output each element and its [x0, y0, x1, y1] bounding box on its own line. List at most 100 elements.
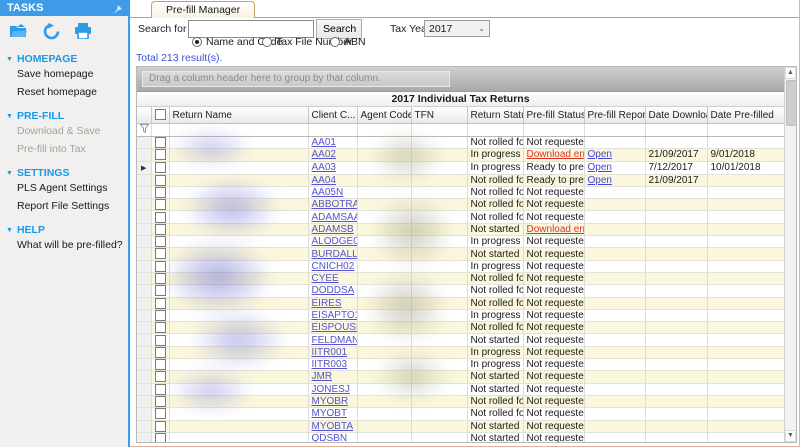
client-code-link[interactable]: AA05N — [312, 187, 344, 198]
client-code-link[interactable]: BURDALLR — [312, 249, 358, 260]
print-icon[interactable] — [72, 22, 94, 40]
download-error-link[interactable]: Download error — [527, 149, 585, 160]
row-checkbox[interactable] — [155, 149, 166, 160]
sidebar-item-report-file-settings[interactable]: Report File Settings — [0, 197, 128, 215]
open-report-link[interactable]: Open — [588, 162, 612, 173]
select-all-checkbox[interactable] — [155, 109, 166, 120]
row-checkbox[interactable] — [155, 224, 166, 235]
row-checkbox[interactable] — [155, 162, 166, 173]
filter-cell[interactable] — [584, 124, 645, 137]
collapse-triangle-icon[interactable]: ▼ — [6, 170, 13, 177]
row-checkbox[interactable] — [155, 212, 166, 223]
client-code-link[interactable]: CYEE — [312, 273, 339, 284]
tfn-cell — [411, 161, 467, 174]
client-code-link[interactable]: FELDMANM — [312, 335, 358, 346]
pin-icon[interactable] — [113, 3, 122, 19]
filter-cell[interactable] — [523, 124, 584, 137]
collapse-triangle-icon[interactable]: ▼ — [6, 227, 13, 234]
row-checkbox[interactable] — [155, 371, 166, 382]
row-checkbox[interactable] — [155, 347, 166, 358]
row-checkbox[interactable] — [155, 335, 166, 346]
client-code-link[interactable]: EIRES — [312, 298, 342, 309]
client-code-link[interactable]: EISPOUSE — [312, 322, 358, 333]
client-code-link[interactable]: AA01 — [312, 137, 336, 148]
column-header-prefill-status[interactable]: Pre-fill Status — [523, 107, 584, 124]
client-code-link[interactable]: JONESJ — [312, 384, 350, 395]
row-checkbox[interactable] — [155, 396, 166, 407]
open-homepage-icon[interactable] — [8, 22, 30, 40]
filter-cell[interactable] — [645, 124, 707, 137]
client-code-link[interactable]: ABBOTRANK — [312, 199, 358, 210]
row-checkbox[interactable] — [155, 433, 166, 442]
client-code-link[interactable]: MYOBR — [312, 396, 349, 407]
client-code-link[interactable]: MYOBT — [312, 408, 348, 419]
radio-abn[interactable]: ABN — [330, 36, 366, 48]
return-status-cell: Not rolled forw... — [467, 186, 523, 198]
client-code-link[interactable]: IITR001 — [312, 347, 348, 358]
client-code-link[interactable]: AA02 — [312, 149, 336, 160]
row-checkbox[interactable] — [155, 199, 166, 210]
client-code-link[interactable]: JMR — [312, 371, 333, 382]
scroll-up-arrow[interactable]: ▲ — [785, 67, 796, 79]
column-header-tfn[interactable]: TFN — [411, 107, 467, 124]
row-checkbox[interactable] — [155, 285, 166, 296]
client-code-link[interactable]: QDSBN — [312, 433, 348, 442]
client-code-link[interactable]: MYOBTA — [312, 421, 353, 432]
filter-cell[interactable] — [467, 124, 523, 137]
open-report-link[interactable]: Open — [588, 149, 612, 160]
select-all-header[interactable] — [151, 107, 169, 124]
column-header-agent-code[interactable]: Agent Code — [357, 107, 411, 124]
filter-cell[interactable] — [707, 124, 784, 137]
filter-icon[interactable] — [137, 124, 151, 137]
client-code-link[interactable]: IITR003 — [312, 359, 348, 370]
filter-cell[interactable] — [169, 124, 308, 137]
scroll-down-arrow[interactable]: ▼ — [785, 430, 796, 442]
row-checkbox[interactable] — [155, 236, 166, 247]
row-checkbox[interactable] — [155, 273, 166, 284]
sidebar-item-save-homepage[interactable]: Save homepage — [0, 65, 128, 83]
column-header-return-status[interactable]: Return Status — [467, 107, 523, 124]
row-checkbox[interactable] — [155, 175, 166, 186]
row-checkbox[interactable] — [155, 261, 166, 272]
client-code-link[interactable]: ALODGE01 — [312, 236, 358, 247]
row-checkbox[interactable] — [155, 359, 166, 370]
row-checkbox[interactable] — [155, 298, 166, 309]
filter-cell[interactable] — [357, 124, 411, 137]
row-checkbox[interactable] — [155, 187, 166, 198]
column-header-return-name[interactable]: Return Name — [169, 107, 308, 124]
row-checkbox[interactable] — [155, 310, 166, 321]
open-report-link[interactable]: Open — [588, 175, 612, 186]
vertical-scrollbar[interactable]: ▲ ▼ — [784, 67, 796, 442]
refresh-icon[interactable] — [40, 22, 62, 40]
tax-year-select[interactable]: 2017 ⌄ — [424, 20, 490, 37]
filter-cell[interactable] — [308, 124, 357, 137]
filter-cell[interactable] — [411, 124, 467, 137]
client-code-link[interactable]: AA03 — [312, 162, 336, 173]
column-header-date-prefilled[interactable]: Date Pre-filled — [707, 107, 784, 124]
scrollbar-thumb[interactable] — [786, 80, 797, 126]
row-checkbox[interactable] — [155, 408, 166, 419]
column-header-date-downloaded[interactable]: Date Downloaded — [645, 107, 707, 124]
client-code-link[interactable]: EISAPTO1 — [312, 310, 358, 321]
client-code-link[interactable]: ADAMSAA — [312, 212, 358, 223]
row-checkbox[interactable] — [155, 137, 166, 148]
sidebar-item-what-will-be-prefilled[interactable]: What will be pre-filled? — [0, 236, 128, 254]
row-checkbox[interactable] — [155, 322, 166, 333]
client-code-link[interactable]: ADAMSB — [312, 224, 354, 235]
column-header-prefill-report[interactable]: Pre-fill Report — [584, 107, 645, 124]
sidebar-item-reset-homepage[interactable]: Reset homepage — [0, 83, 128, 101]
sidebar-item-pls-agent-settings[interactable]: PLS Agent Settings — [0, 179, 128, 197]
client-code-link[interactable]: CNICH02 — [312, 261, 355, 272]
row-checkbox[interactable] — [155, 248, 166, 259]
client-code-link[interactable]: DODDSA — [312, 285, 355, 296]
download-error-link[interactable]: Download error — [527, 224, 585, 235]
tab-prefill-manager[interactable]: Pre-fill Manager — [151, 1, 255, 18]
row-indicator-cell — [137, 420, 151, 432]
collapse-triangle-icon[interactable]: ▼ — [6, 113, 13, 120]
group-by-bar[interactable]: Drag a column header here to group by th… — [137, 67, 784, 92]
collapse-triangle-icon[interactable]: ▼ — [6, 56, 13, 63]
client-code-link[interactable]: AA04 — [312, 175, 336, 186]
column-header-client-code[interactable]: Client C...▲ — [308, 107, 357, 124]
row-checkbox[interactable] — [155, 421, 166, 432]
row-checkbox[interactable] — [155, 384, 166, 395]
